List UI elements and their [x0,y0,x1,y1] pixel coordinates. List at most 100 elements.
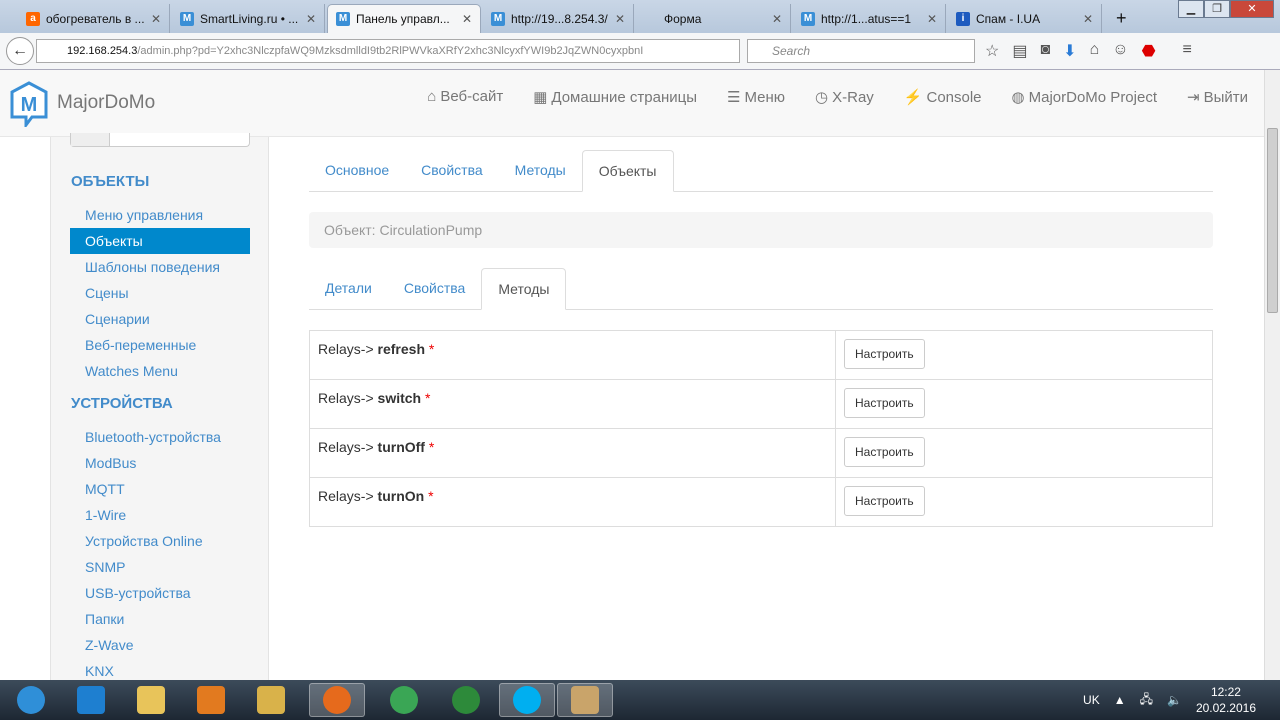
firefox-taskbar-button[interactable] [309,683,365,717]
method-name[interactable]: switch [378,390,422,406]
nav-item-label: Домашние страницы [551,89,698,106]
action-cell: Настроить [835,428,1213,478]
sidebar-item[interactable]: Bluetooth-устройства [70,424,250,450]
close-tab-icon[interactable]: ✕ [615,12,625,26]
new-tab-button[interactable]: + [1108,4,1135,33]
skype-taskbar-button[interactable] [499,683,555,717]
show-hidden-icons[interactable]: ▲ [1114,693,1126,707]
minimize-button[interactable]: ▁ [1178,0,1204,18]
close-tab-icon[interactable]: ✕ [1083,12,1093,26]
sidebar-item[interactable]: Z-Wave [70,632,250,658]
subtab[interactable]: Детали [309,268,388,309]
utorrent-taskbar-button[interactable] [438,683,494,717]
configure-button[interactable]: Настроить [844,486,925,516]
nav-item[interactable]: ⌂ Веб-сайт [427,88,503,106]
subtab[interactable]: Методы [481,268,567,310]
media-player-icon [197,686,225,714]
nav-item-label: Выйти [1203,89,1248,106]
method-name[interactable]: turnOff [378,439,425,455]
chrome-taskbar-button[interactable] [376,683,432,717]
tab[interactable]: Объекты [581,150,674,192]
close-tab-icon[interactable]: ✕ [772,12,782,26]
chat-icon[interactable]: ☺ [1112,41,1128,61]
sidebar: ОБЪЕКТЫ Меню управления Объекты Шаблоны пов… [50,133,269,680]
sidebar-search-input[interactable] [70,133,250,147]
majordomo-logo[interactable]: M [10,81,48,127]
reading-list-icon[interactable]: ▤ [1012,41,1027,61]
tab-title: http://1...atus==1 [821,11,912,26]
nav-item[interactable]: ◷ X-Ray [815,88,874,106]
start-taskbar-button[interactable] [8,683,54,717]
file-explorer-taskbar-button[interactable] [128,683,174,717]
sidebar-item[interactable]: SNMP [70,554,250,580]
nav-item[interactable]: ◍ MajorDoMo Project [1012,88,1157,106]
sidebar-item[interactable]: Объекты [70,228,250,254]
browser-tab[interactable]: M SmartLiving.ru • ... ✕ [172,4,325,33]
bookmark-star-icon[interactable]: ☆ [985,41,999,61]
url-bar[interactable]: 192.168.254.3/admin.php?pd=Y2xhc3Nlczpfa… [36,39,740,63]
sidebar-item[interactable]: ModBus [70,450,250,476]
browser-tab[interactable]: M Панель управл... ✕ [327,4,481,33]
internet-explorer-taskbar-button[interactable] [68,683,114,717]
browser-tab[interactable]: Mhttp://1...atus==1 ✕ [793,4,946,33]
configure-button[interactable]: Настроить [844,388,925,418]
restore-button[interactable]: ❐ [1204,0,1230,18]
nav-item[interactable]: ▦ Домашние страницы [533,88,697,106]
browser-tab[interactable]: Форма ✕ [636,4,791,33]
sidebar-item[interactable]: Веб-переменные [70,332,250,358]
sidebar-item[interactable]: Устройства Online [70,528,250,554]
close-tab-icon[interactable]: ✕ [462,12,472,26]
tab[interactable]: Основное [309,150,405,191]
close-window-button[interactable]: ✕ [1230,0,1274,18]
sidebar-item[interactable]: Сцены [70,280,250,306]
clock-icon: ◷ [815,89,829,106]
sidebar-item[interactable]: MQTT [70,476,250,502]
language-indicator[interactable]: UK [1083,693,1100,707]
back-button[interactable]: ← [6,37,34,65]
configure-button[interactable]: Настроить [844,437,925,467]
method-name[interactable]: turnOn [378,488,425,504]
sidebar-item[interactable]: 1-Wire [70,502,250,528]
page-scrollbar[interactable] [1264,70,1280,680]
download-icon[interactable]: ⬇ [1063,41,1076,61]
tab[interactable]: Свойства [405,150,498,191]
brand-name[interactable]: MajorDoMo [57,92,155,114]
network-icon[interactable]: 🖧 [1140,690,1153,711]
sidebar-item[interactable]: Сценарии [70,306,250,332]
volume-icon[interactable]: 🔈 [1167,693,1182,707]
browser-tab[interactable]: a обогреватель в ... ✕ [18,4,170,33]
search-input[interactable]: Search [747,39,975,63]
clock[interactable]: 12:22 20.02.2016 [1196,684,1256,716]
browser-tab[interactable]: Mhttp://19...8.254.3/ ✕ [483,4,634,33]
nav-item[interactable]: ☰ Меню [727,88,785,106]
menu-icon[interactable]: ≡ [1183,41,1192,61]
close-tab-icon[interactable]: ✕ [306,12,316,26]
majordomo-icon: M [491,11,505,26]
blank-icon [644,12,658,26]
sidebar-item[interactable]: USB-устройства [70,580,250,606]
method-name[interactable]: refresh [378,341,425,357]
sidebar-item[interactable]: Папки [70,606,250,632]
sidebar-item[interactable]: Меню управления [70,202,250,228]
method-prefix: Relays-> [318,341,374,357]
subtab[interactable]: Свойства [388,268,481,309]
nav-item[interactable]: ⚡ Console [904,88,982,106]
adblock-icon[interactable]: ⬣ [1142,41,1156,61]
media-player-taskbar-button[interactable] [188,683,234,717]
archive-taskbar-button[interactable] [248,683,294,717]
tab-title: Панель управл... [356,12,450,26]
pocket-icon[interactable]: ◙ [1040,41,1050,61]
close-tab-icon[interactable]: ✕ [151,12,161,26]
paint-taskbar-button[interactable] [557,683,613,717]
method-cell: Relays-> turnOff * [309,428,836,478]
sidebar-item[interactable]: Watches Menu [70,358,250,384]
sidebar-item[interactable]: Шаблоны поведения [70,254,250,280]
scrollbar-thumb[interactable] [1267,128,1278,313]
tab[interactable]: Методы [499,150,582,191]
configure-button[interactable]: Настроить [844,339,925,369]
nav-item[interactable]: ⇥ Выйти [1187,88,1248,106]
browser-tab[interactable]: i Спам - I.UA ✕ [948,4,1102,33]
close-tab-icon[interactable]: ✕ [927,12,937,26]
home-icon[interactable]: ⌂ [1090,41,1100,61]
start-icon [17,686,45,714]
